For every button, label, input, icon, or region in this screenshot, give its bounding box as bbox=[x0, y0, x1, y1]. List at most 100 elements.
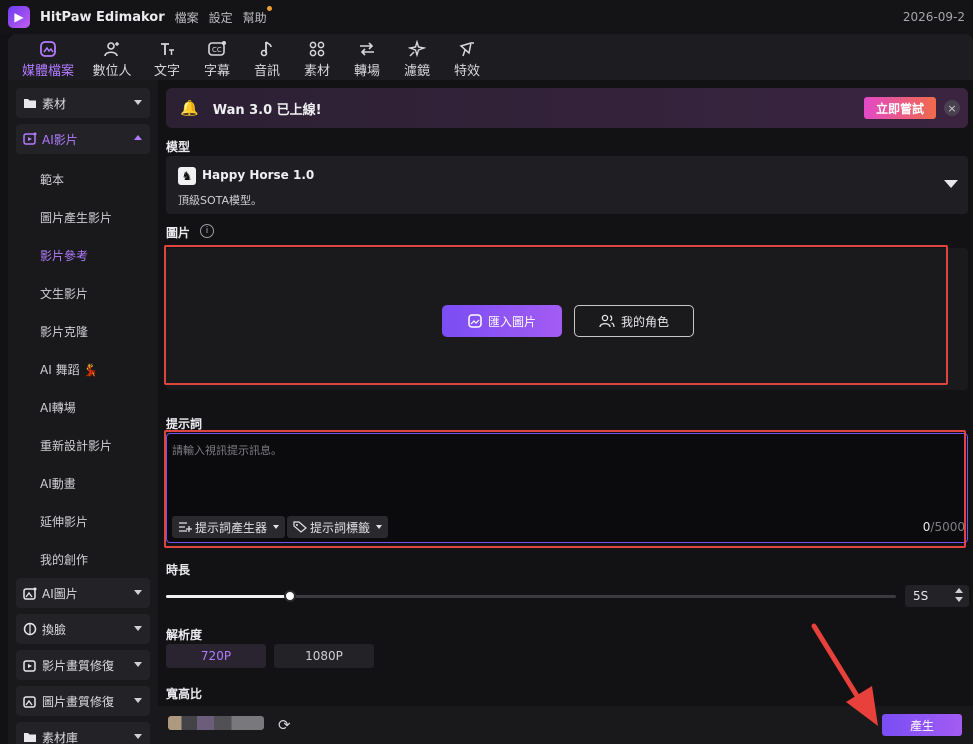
horse-icon: ♞ bbox=[178, 167, 196, 185]
sidebar-item-ai-transition[interactable]: AI轉場 bbox=[16, 388, 150, 426]
chevron-down-icon bbox=[134, 734, 142, 739]
close-icon[interactable]: × bbox=[944, 100, 960, 116]
import-image-button[interactable]: 匯入圖片 bbox=[442, 305, 562, 337]
list-magic-icon bbox=[179, 522, 192, 532]
my-character-button[interactable]: 我的角色 bbox=[574, 305, 694, 337]
sidebar-cat-video-enhance[interactable]: 影片畫質修復 bbox=[16, 650, 150, 680]
title-date: 2026-09-2 bbox=[902, 10, 965, 24]
tab-audio-label: 音訊 bbox=[253, 64, 280, 79]
tab-transition[interactable]: 轉場 bbox=[342, 36, 392, 80]
duration-slider-thumb[interactable] bbox=[284, 590, 297, 602]
sidebar-cat-ai-video-label: AI影片 bbox=[42, 132, 78, 147]
app-title: HitPaw Edimakor bbox=[40, 9, 165, 25]
chevron-down-icon bbox=[134, 590, 142, 595]
model-selector[interactable]: ♞ Happy Horse 1.0 頂級SOTA模型。 bbox=[166, 156, 968, 214]
prompt-tags-label: 提示詞標籤 bbox=[310, 520, 371, 535]
tab-elements-label: 素材 bbox=[303, 64, 330, 79]
sidebar-item-video-reference[interactable]: 影片參考 bbox=[16, 236, 150, 274]
sidebar-item-templates[interactable]: 範本 bbox=[16, 160, 150, 198]
sidebar-cat-library[interactable]: 素材庫 bbox=[16, 722, 150, 744]
duration-value: 5S bbox=[913, 589, 929, 603]
effects-icon bbox=[458, 38, 476, 60]
notification-dot-icon bbox=[266, 5, 272, 11]
tab-media-label: 媒體檔案 bbox=[21, 64, 74, 79]
banner-text: Wan 3.0 已上線! bbox=[212, 102, 322, 118]
duration-stepper[interactable]: 5S bbox=[905, 585, 969, 607]
menu-file[interactable]: 檔案 bbox=[175, 9, 199, 26]
tab-elements[interactable]: 素材 bbox=[292, 36, 342, 80]
aspect-section-label: 寬高比 bbox=[166, 687, 203, 701]
transition-icon bbox=[357, 38, 377, 60]
image-enhance-icon bbox=[22, 695, 38, 708]
model-name: Happy Horse 1.0 bbox=[202, 168, 315, 182]
resolution-option-1080p[interactable]: 1080P bbox=[274, 644, 374, 668]
subtitle-icon: CC bbox=[207, 38, 227, 60]
tab-media[interactable]: 媒體檔案 bbox=[14, 36, 82, 80]
sidebar-item-text-to-video[interactable]: 文生影片 bbox=[16, 274, 150, 312]
stepper-arrows[interactable] bbox=[955, 588, 963, 602]
folder-icon bbox=[22, 97, 38, 109]
model-section-label: 模型 bbox=[166, 140, 191, 154]
sidebar-item-my-creations[interactable]: 我的創作 bbox=[16, 540, 150, 578]
sidebar-cat-image-enhance[interactable]: 圖片畫質修復 bbox=[16, 686, 150, 716]
sidebar-cat-face-swap[interactable]: 換臉 bbox=[16, 614, 150, 644]
sidebar-item-redesign-video[interactable]: 重新設計影片 bbox=[16, 426, 150, 464]
duration-slider-fill bbox=[166, 595, 291, 598]
annotation-arrow-icon bbox=[811, 623, 878, 726]
prompt-char-max: /5000 bbox=[930, 520, 965, 534]
tab-subtitle[interactable]: CC 字幕 bbox=[192, 36, 242, 80]
main-toolbar: 媒體檔案 數位人 文字 CC 字幕 音訊 素材 轉場 濾鏡 特效 bbox=[8, 34, 973, 80]
app-logo-icon: ▶ bbox=[8, 6, 30, 28]
stepper-down-icon[interactable] bbox=[955, 597, 963, 602]
caret-down-icon bbox=[944, 180, 958, 188]
announcement-banner: 🔔 Wan 3.0 已上線! 立即嘗試 × bbox=[166, 88, 968, 128]
menu-help[interactable]: 幫助 bbox=[242, 5, 272, 26]
sidebar-cat-image-enhance-label: 圖片畫質修復 bbox=[42, 694, 115, 709]
prompt-generator-label: 提示詞產生器 bbox=[195, 520, 268, 535]
menu-settings[interactable]: 設定 bbox=[209, 9, 233, 26]
text-icon bbox=[158, 38, 176, 60]
tab-avatar[interactable]: 數位人 bbox=[82, 36, 142, 80]
video-enhance-icon bbox=[22, 659, 38, 672]
title-bar: ▶ HitPaw Edimakor 檔案 設定 幫助 2026-09-2 bbox=[0, 0, 973, 34]
elements-icon bbox=[308, 38, 326, 60]
sidebar-item-extend-video[interactable]: 延伸影片 bbox=[16, 502, 150, 540]
filter-icon bbox=[408, 38, 426, 60]
music-note-icon bbox=[258, 38, 276, 60]
ai-video-icon bbox=[22, 132, 38, 146]
menu-help-label: 幫助 bbox=[242, 10, 267, 25]
try-now-button[interactable]: 立即嘗試 bbox=[864, 97, 936, 119]
tab-effects[interactable]: 特效 bbox=[442, 36, 492, 80]
sidebar-item-video-clone[interactable]: 影片克隆 bbox=[16, 312, 150, 350]
prompt-tags-button[interactable]: 提示詞標籤 bbox=[287, 516, 389, 538]
info-icon[interactable]: i bbox=[200, 224, 214, 238]
sidebar-cat-ai-image[interactable]: AI圖片 bbox=[16, 578, 150, 608]
stepper-up-icon[interactable] bbox=[955, 588, 963, 593]
chevron-down-icon bbox=[134, 698, 142, 703]
chevron-down-icon bbox=[134, 662, 142, 667]
resolution-section-label: 解析度 bbox=[166, 628, 203, 642]
duration-section-label: 時長 bbox=[166, 563, 191, 577]
sidebar-item-ai-animation[interactable]: AI動畫 bbox=[16, 464, 150, 502]
tab-subtitle-label: 字幕 bbox=[203, 64, 230, 79]
tab-avatar-label: 數位人 bbox=[92, 64, 132, 79]
sidebar-cat-ai-image-label: AI圖片 bbox=[42, 586, 78, 601]
sidebar-cat-assets[interactable]: 素材 bbox=[16, 88, 150, 118]
prompt-generator-button[interactable]: 提示詞產生器 bbox=[172, 516, 286, 538]
image-section-label: 圖片 bbox=[166, 226, 191, 240]
aspect-ratio-options-blurred[interactable] bbox=[168, 716, 264, 730]
sidebar: 素材 AI影片 範本 圖片產生影片 影片參考 文生影片 影片克隆 AI 舞蹈 💃… bbox=[8, 80, 158, 744]
refresh-icon[interactable]: ⟳ bbox=[278, 716, 291, 734]
generate-button[interactable]: 產生 bbox=[882, 714, 962, 736]
duration-slider[interactable] bbox=[166, 590, 896, 602]
sidebar-item-image-to-video[interactable]: 圖片產生影片 bbox=[16, 198, 150, 236]
tab-audio[interactable]: 音訊 bbox=[242, 36, 292, 80]
media-icon bbox=[39, 38, 57, 60]
resolution-option-720p[interactable]: 720P bbox=[166, 644, 266, 668]
tab-text[interactable]: 文字 bbox=[142, 36, 192, 80]
avatar-add-icon bbox=[103, 38, 121, 60]
sidebar-cat-ai-video[interactable]: AI影片 bbox=[16, 124, 150, 154]
sidebar-item-ai-dance[interactable]: AI 舞蹈 💃 bbox=[16, 350, 150, 388]
tab-filter[interactable]: 濾鏡 bbox=[392, 36, 442, 80]
tab-transition-label: 轉場 bbox=[353, 64, 380, 79]
